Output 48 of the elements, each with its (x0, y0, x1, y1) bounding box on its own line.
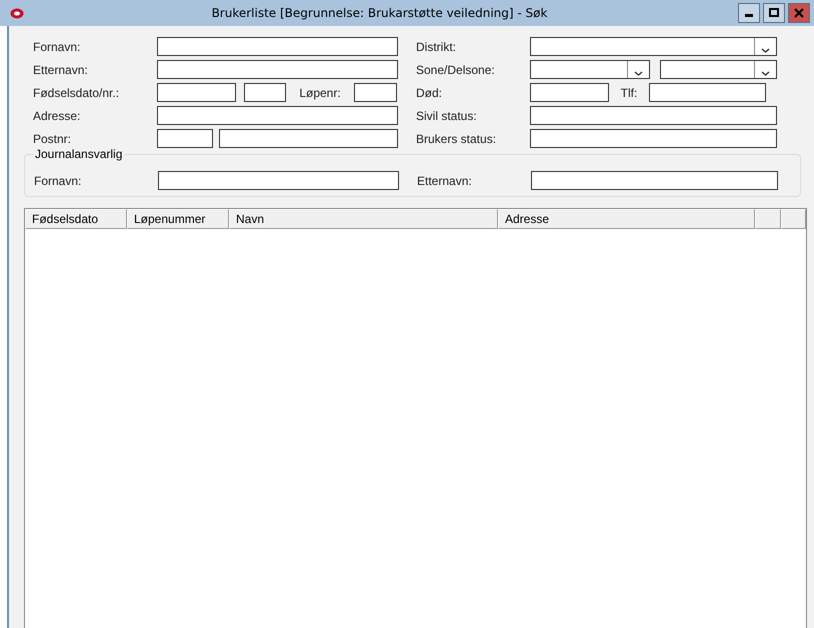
field-label: Postnr: (33, 132, 72, 146)
text-field[interactable] (157, 60, 398, 79)
text-field[interactable] (530, 106, 777, 125)
text-field[interactable] (354, 83, 397, 102)
field-label: Sivil status: (416, 108, 478, 122)
close-button[interactable] (788, 3, 810, 23)
field-label: Sone/Delsone: (416, 62, 496, 76)
minimize-button[interactable] (738, 3, 760, 23)
field-label: Etternavn: (33, 62, 89, 76)
column-header[interactable]: Løpenummer (127, 209, 229, 229)
text-field[interactable] (219, 129, 398, 148)
column-header[interactable] (755, 209, 781, 229)
maximize-button[interactable] (763, 3, 785, 23)
text-field[interactable] (158, 171, 399, 190)
text-field[interactable] (531, 171, 778, 190)
field-label: Tlf: (620, 86, 638, 100)
chevron-down-icon (634, 71, 643, 76)
app-logo-icon (10, 8, 24, 18)
text-field[interactable] (157, 129, 213, 148)
field-label: Fornavn: (33, 40, 82, 54)
dropdown-field[interactable] (530, 37, 777, 56)
window-title: Brukerliste [Begrunnelse: Brukarstøtte veiledning] - Søk (210, 6, 548, 20)
maximize-icon (769, 8, 779, 18)
text-field[interactable] (157, 83, 236, 102)
column-header[interactable]: Navn (229, 209, 498, 229)
dropdown-field[interactable] (660, 60, 777, 79)
text-field[interactable] (244, 83, 286, 102)
text-field[interactable] (530, 83, 609, 102)
text-field[interactable] (530, 129, 777, 148)
text-field[interactable] (157, 106, 398, 125)
chevron-down-icon (761, 71, 770, 76)
field-label: Død: (416, 86, 444, 100)
close-icon (794, 8, 804, 18)
field-label: Adresse: (33, 108, 82, 122)
text-field[interactable] (157, 37, 398, 56)
column-header[interactable]: Adresse (498, 209, 755, 229)
text-field[interactable] (649, 83, 766, 102)
dropdown-field[interactable] (530, 60, 650, 79)
group-title: Journalansvarlig (33, 147, 124, 161)
chevron-down-icon (761, 48, 770, 53)
field-label: Løpenr: (298, 86, 342, 100)
field-label: Fødselsdato/nr.: (33, 86, 120, 100)
field-label: Brukers status: (416, 132, 498, 146)
field-label: Distrikt: (416, 40, 457, 54)
field-label: Fornavn: (34, 174, 82, 188)
field-label: Etternavn: (417, 174, 473, 188)
column-header[interactable] (781, 209, 806, 229)
column-header[interactable]: Fødselsdato (25, 209, 127, 229)
